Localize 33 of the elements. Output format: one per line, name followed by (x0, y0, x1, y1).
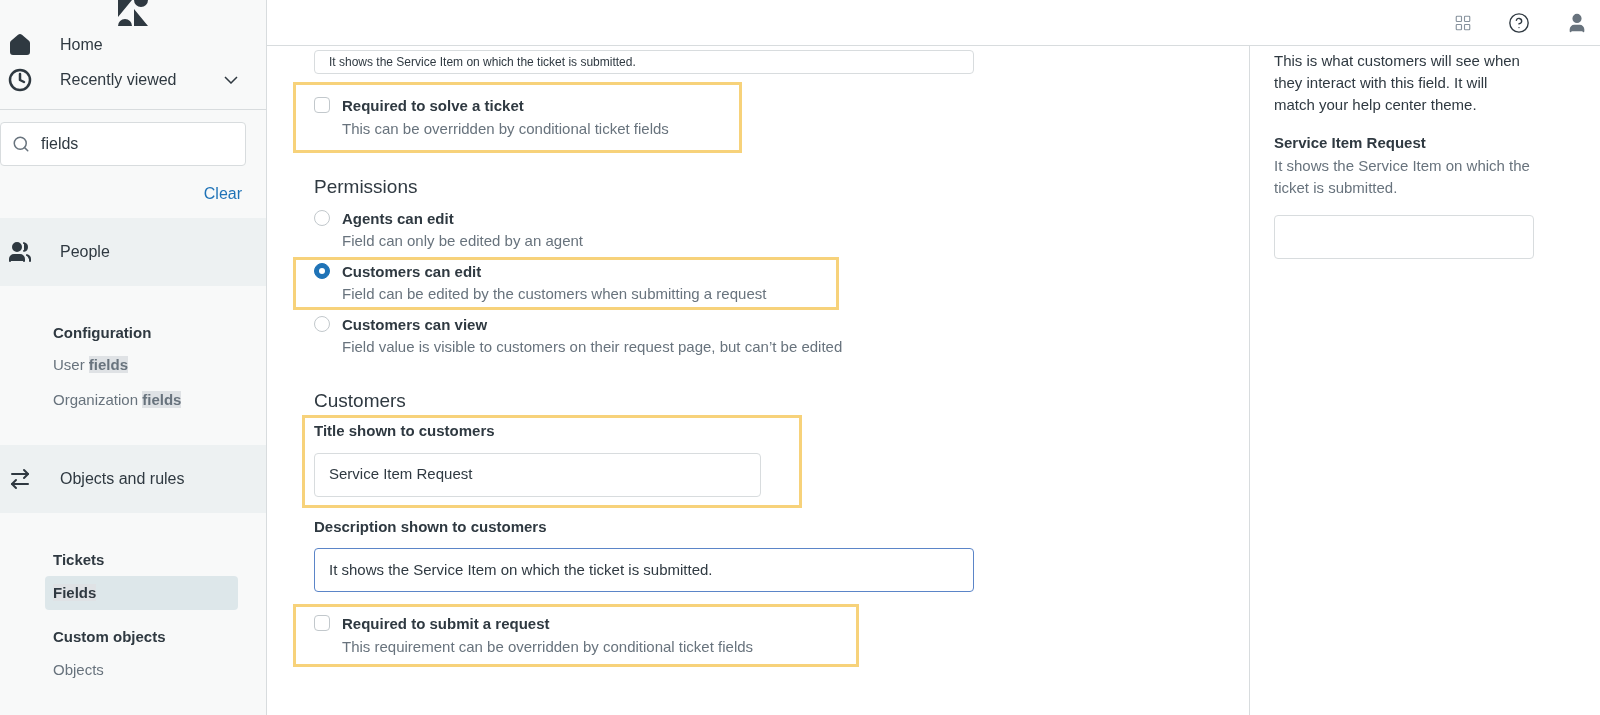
section-heading: Permissions (314, 175, 419, 199)
checkbox-label: Required to submit a request (342, 614, 551, 634)
preview-description: It shows the Service Item on which the ticket is submitted. (1274, 155, 1531, 198)
text-field[interactable]: It shows the Service Item on which the ticket is submitted. (314, 548, 974, 592)
sidebar-link[interactable]: Fields (45, 575, 238, 610)
checkbox-label: Required to solve a ticket (342, 96, 525, 116)
radio-hint: Field can only be edited by an agent (342, 231, 583, 251)
group-heading: Custom objects (52, 627, 167, 647)
search-field[interactable]: fields (0, 121, 246, 166)
sidebar-link[interactable]: User fields (45, 348, 238, 383)
sidebar-link[interactable]: Objects (45, 652, 238, 687)
radio-label: Agents can edit (342, 208, 455, 229)
nav-section[interactable]: People (0, 217, 266, 286)
radio-label: Customers can edit (342, 261, 483, 282)
nav-section[interactable]: Objects and rules (0, 445, 266, 513)
nav-item[interactable]: Home (0, 28, 266, 62)
group-heading: Tickets (52, 550, 106, 570)
text-field[interactable]: Service Item Request (314, 452, 761, 497)
field-label: Description shown to customers (314, 516, 548, 537)
section-heading: Customers (314, 388, 407, 413)
clear-link[interactable]: Clear (203, 181, 242, 206)
checkbox-hint: This can be overridden by conditional ticket fields (342, 118, 669, 139)
checkbox-hint: This requirement can be overridden by conditional ticket fields (342, 636, 754, 657)
preview-intro: This is what customers will see when they interact with this field. It will match your help center theme. (1274, 51, 1521, 115)
preview-title: Service Item Request (1274, 133, 1427, 153)
sidebar-link[interactable]: Organization fields (45, 382, 238, 417)
radio-hint: Field value is visible to customers on their request page, but can’t be edited (342, 337, 843, 357)
radio-hint: Field can be edited by the customers when submitting a request (342, 284, 767, 304)
radio-label: Customers can view (342, 314, 489, 335)
text-field[interactable]: It shows the Service Item on which the ticket is submitted. (314, 50, 974, 74)
group-heading: Configuration (52, 322, 153, 343)
field-label: Title shown to customers (314, 421, 496, 441)
nav-item[interactable]: Recently viewed (0, 63, 266, 97)
